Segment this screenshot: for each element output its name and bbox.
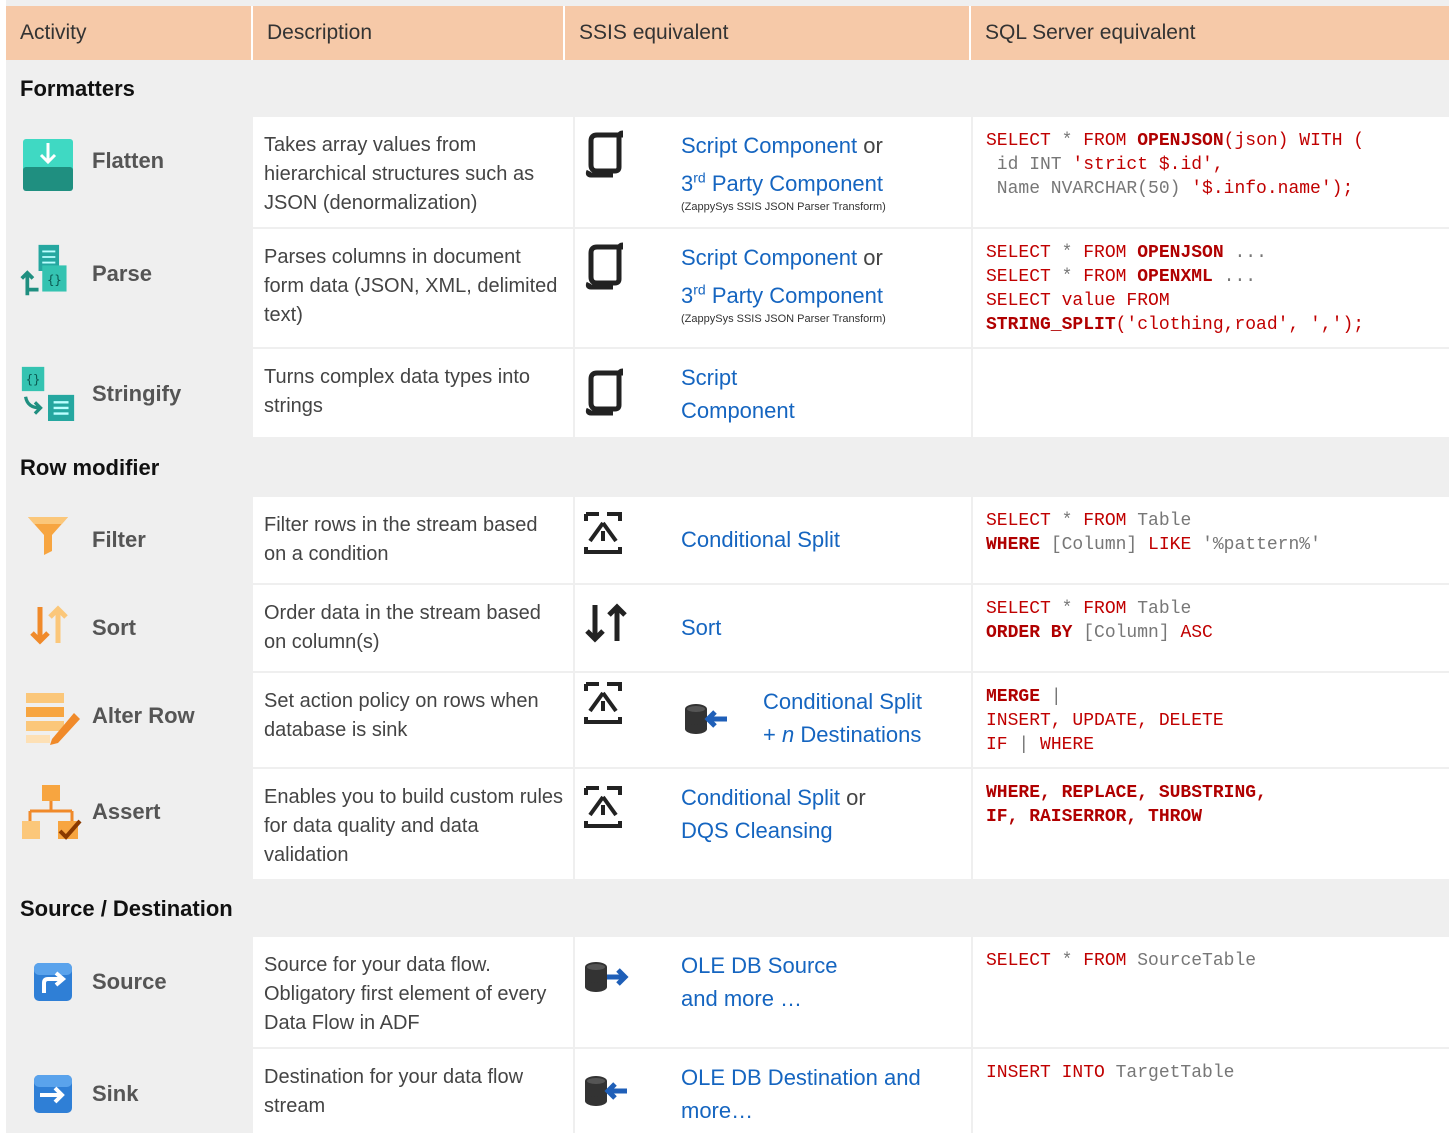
description-text: Order data in the stream based on column…	[264, 602, 541, 653]
activity-name: Filter	[92, 527, 146, 552]
script-component-icon	[583, 129, 627, 179]
conditional-split-icon	[583, 511, 623, 555]
script-component-icon	[583, 367, 627, 417]
sql-code: SELECT * FROM SourceTable	[986, 951, 1257, 971]
sort-arrows-icon	[30, 605, 68, 645]
conditional-split-link[interactable]: Conditional Split	[681, 785, 840, 810]
sql-empty	[973, 349, 1449, 437]
table-row-source: Source Source for your data flow. Obliga…	[6, 937, 1449, 1047]
description-text: Filter rows in the stream based on a con…	[264, 514, 538, 565]
conditional-split-icon	[583, 681, 623, 725]
description-text: Turns complex data types into strings	[264, 366, 531, 417]
sql-code: SELECT * FROM Table ORDER BY [Column] AS…	[986, 599, 1213, 643]
activity-name: Flatten	[92, 148, 165, 173]
ssis-note: (ZappySys SSIS JSON Parser Transform)	[681, 201, 886, 214]
sql-code: SELECT * FROM OPENJSON(json) WITH ( id I…	[986, 131, 1365, 199]
conditional-split-icon	[583, 785, 623, 829]
sql-code: SELECT * FROM OPENJSON ... SELECT * FROM…	[986, 243, 1365, 335]
activity-name: Parse	[92, 261, 152, 286]
sql-code: WHERE, REPLACE, SUBSTRING, IF, RAISERROR…	[986, 783, 1267, 827]
assert-icon	[22, 785, 82, 840]
table-row-alter-row: Alter Row Set action policy on rows when…	[6, 673, 1449, 767]
table-header: Activity Description SSIS equivalent SQL…	[6, 6, 1449, 60]
section-formatters: Formatters	[20, 76, 135, 101]
activity-name: Assert	[92, 799, 161, 824]
destination-icon	[683, 701, 729, 737]
activity-name: Source	[92, 969, 167, 994]
sink-icon	[34, 1075, 72, 1113]
svg-text:{}: {}	[26, 373, 41, 387]
header-activity: Activity	[20, 21, 87, 44]
description-text: Parses columns in document form data (JS…	[264, 246, 558, 326]
header-sql: SQL Server equivalent	[969, 6, 1449, 60]
table-row-assert: Assert Enables you to build custom rules…	[6, 769, 1449, 879]
source-icon	[34, 963, 72, 1001]
third-party-component-link[interactable]: 3rd Party Component	[681, 170, 883, 196]
section-source-destination: Source / Destination	[20, 896, 233, 921]
alter-row-icon	[26, 693, 80, 745]
table-row-flatten: Flatten Takes array values from hierarch…	[6, 117, 1449, 227]
ole-db-destination-icon	[583, 1073, 629, 1109]
dqs-cleansing-link[interactable]: DQS Cleansing	[681, 818, 833, 843]
stringify-icon: {}	[21, 366, 75, 421]
description-text: Destination for your data flow stream	[264, 1066, 524, 1117]
sort-link[interactable]: Sort	[681, 611, 721, 644]
comparison-table: Activity Description SSIS equivalent SQL…	[6, 0, 1449, 1133]
ole-db-source-icon	[583, 959, 629, 995]
ole-db-destination-link[interactable]: OLE DB Destination and more…	[681, 1061, 921, 1127]
activity-name: Alter Row	[92, 703, 195, 728]
third-party-component-link[interactable]: 3rd Party Component	[681, 282, 883, 308]
table-row-filter: Filter Filter rows in the stream based o…	[6, 497, 1449, 583]
sort-icon	[585, 603, 627, 643]
header-ssis: SSIS equivalent	[563, 6, 973, 60]
flatten-icon	[23, 139, 73, 191]
funnel-icon	[28, 517, 68, 555]
table-row-sort: Sort Order data in the stream based on c…	[6, 585, 1449, 671]
script-component-link[interactable]: Script Component	[681, 133, 857, 158]
svg-text:{}: {}	[47, 273, 62, 287]
activity-name: Stringify	[92, 381, 182, 406]
ssis-note: (ZappySys SSIS JSON Parser Transform)	[681, 313, 886, 326]
activity-cell: Flatten	[6, 117, 253, 227]
table-row-stringify: {} Stringify Turns complex data types in…	[6, 349, 1449, 437]
conditional-split-link[interactable]: Conditional Split	[681, 523, 840, 556]
description-text: Set action policy on rows when database …	[264, 690, 539, 741]
description-text: Source for your data flow. Obligatory fi…	[264, 954, 547, 1034]
parse-icon: {}	[20, 244, 67, 296]
ole-db-source-link[interactable]: OLE DB Source and more …	[681, 949, 838, 1015]
table-row-sink: Sink Destination for your data flow stre…	[6, 1049, 1449, 1133]
activity-name: Sort	[92, 615, 136, 640]
conditional-split-destinations-link[interactable]: Conditional Split + n Destinations	[763, 685, 922, 751]
script-component-icon	[583, 241, 627, 291]
description-text: Enables you to build custom rules for da…	[264, 786, 564, 866]
section-row-modifier: Row modifier	[20, 455, 160, 480]
sql-code: SELECT * FROM Table WHERE [Column] LIKE …	[986, 511, 1321, 555]
description-text: Takes array values from hierarchical str…	[264, 134, 535, 214]
sql-code: MERGE | INSERT, UPDATE, DELETE IF | WHER…	[986, 687, 1224, 755]
sql-code: INSERT INTO TargetTable	[986, 1063, 1235, 1083]
activity-name: Sink	[92, 1081, 139, 1106]
table-row-parse: {} Parse Parses columns in document form…	[6, 229, 1449, 347]
script-component-link[interactable]: Script Component	[681, 245, 857, 270]
script-component-link[interactable]: Script Component	[681, 361, 795, 427]
header-description: Description	[251, 6, 573, 60]
